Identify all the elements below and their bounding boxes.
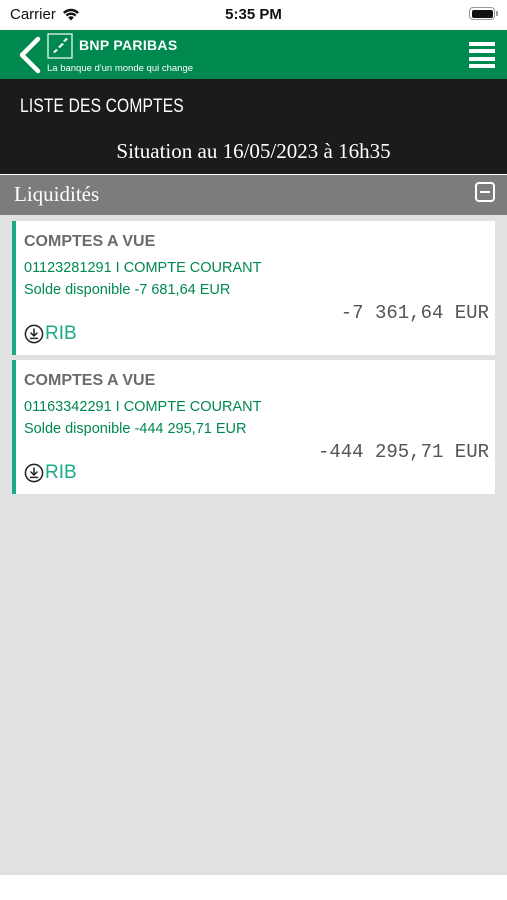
app-header: BNP PARIBAS La banque d'un monde qui cha…	[0, 30, 507, 79]
collapse-icon[interactable]	[475, 182, 495, 202]
title-band: LISTE DES COMPTES Situation au 16/05/202…	[0, 79, 507, 174]
available-balance: Solde disponible -444 295,71 EUR	[24, 421, 247, 437]
battery-icon	[469, 7, 498, 20]
menu-icon[interactable]	[469, 42, 495, 68]
download-icon	[24, 463, 44, 483]
account-balance: -444 295,71 EUR	[317, 441, 489, 463]
account-type: COMPTES A VUE	[24, 233, 156, 250]
section-header-liquidites[interactable]: Liquidités	[0, 175, 507, 215]
brand-tagline: La banque d'un monde qui change	[47, 63, 194, 74]
account-card[interactable]: COMPTES A VUE 01163342291 I COMPTE COURA…	[12, 360, 495, 494]
rib-label: RIB	[45, 462, 77, 483]
brand-name: BNP PARIBAS	[79, 37, 178, 53]
account-name: 01163342291 I COMPTE COURANT	[24, 399, 262, 415]
rib-link[interactable]: RIB	[24, 323, 77, 345]
account-card[interactable]: COMPTES A VUE 01123281291 I COMPTE COURA…	[12, 221, 495, 355]
accounts-list: COMPTES A VUE 01123281291 I COMPTE COURA…	[0, 215, 507, 875]
rib-link[interactable]: RIB	[24, 462, 77, 484]
rib-label: RIB	[45, 323, 77, 344]
account-type: COMPTES A VUE	[24, 372, 156, 389]
status-time: 5:35 PM	[225, 6, 282, 23]
bottom-area	[0, 875, 507, 900]
bnp-logo-icon	[47, 33, 73, 59]
back-chevron-icon[interactable]	[16, 36, 44, 74]
account-name: 01123281291 I COMPTE COURANT	[24, 260, 262, 276]
page-title: LISTE DES COMPTES	[20, 96, 184, 117]
section-title: Liquidités	[14, 182, 100, 206]
account-balance: -7 361,64 EUR	[340, 302, 489, 324]
situation-date: Situation au 16/05/2023 à 16h35	[116, 139, 391, 163]
download-icon	[24, 324, 44, 344]
available-balance: Solde disponible -7 681,64 EUR	[24, 282, 231, 298]
status-bar: Carrier 5:35 PM	[0, 0, 507, 30]
